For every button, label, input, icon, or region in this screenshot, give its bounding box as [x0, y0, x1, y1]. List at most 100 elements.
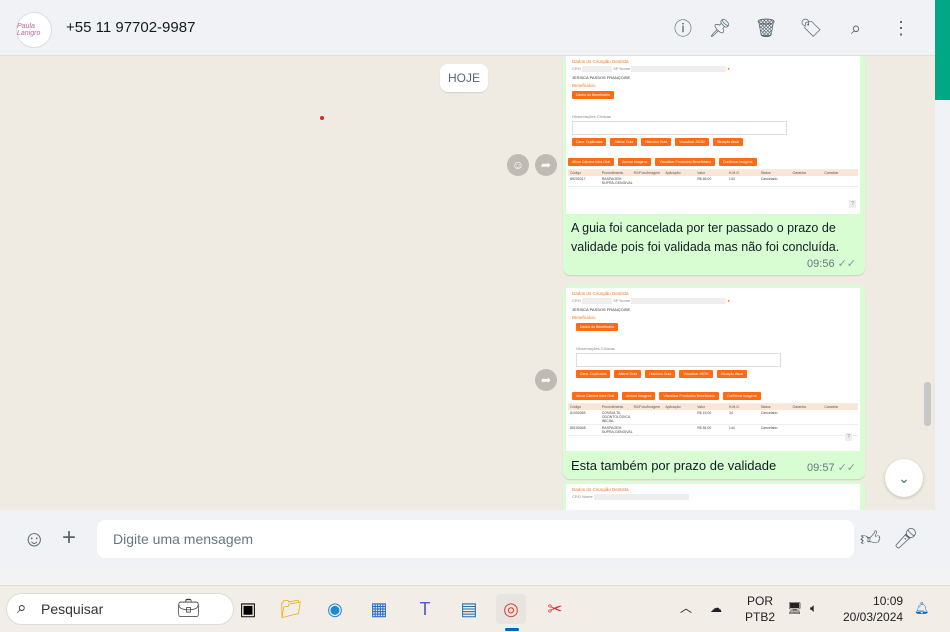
table-cell	[634, 177, 666, 185]
column-header: Código	[570, 405, 582, 409]
lang-code: POR	[747, 594, 774, 608]
column-header: RX/Foto/Imagem	[633, 171, 661, 175]
message-image[interactable]: Dados do Cirurgião Dentista CRO SP Nome …	[566, 56, 860, 214]
notification-bell-icon[interactable]: 🔔︎	[914, 600, 929, 616]
column-header: Procedimento	[601, 405, 624, 409]
scrollbar[interactable]	[924, 382, 931, 426]
label-icon[interactable]: 🏷︎	[799, 16, 823, 40]
table-row: 81000065 CONSULTA ODONTOLÓGICA INICIAL R$ …	[568, 410, 858, 425]
table-cell	[792, 411, 824, 423]
avatar[interactable]: Paula Lanigro	[16, 12, 52, 48]
table-cell: 34	[728, 411, 733, 415]
menu-icon[interactable]: ⋮	[889, 16, 913, 40]
table-cell	[634, 426, 666, 434]
column-header: Status	[760, 405, 771, 409]
volume-icon[interactable]: 🔈︎	[810, 600, 817, 616]
double-check-icon: ✓✓	[837, 258, 856, 270]
emoji-react-icon[interactable]: ☺	[507, 154, 529, 176]
info-icon[interactable]: ⓘ	[671, 16, 695, 40]
label: Nome	[619, 298, 631, 304]
label: Nome	[582, 494, 593, 500]
btn: Visualizar Prontuário Beneficiário	[659, 392, 719, 400]
btn: Anexar Imagens	[617, 158, 652, 166]
trash-icon[interactable]: 🗑︎	[754, 16, 778, 40]
beneficiary-button: Dados do Beneficiário	[572, 91, 615, 99]
composer: ☺ + Digite uma mensagem 👍︎ 🎤︎	[0, 510, 935, 568]
column-header: Cancelar	[824, 171, 839, 175]
thumbs-up-icon[interactable]: 👍︎	[860, 527, 881, 551]
microphone-icon[interactable]: 🎤︎	[893, 526, 918, 551]
btn: Canc. Duplicatas	[576, 370, 611, 378]
task-view-icon[interactable]: ▣	[233, 594, 263, 624]
chat-area: HOJE ☺ ➦ Dados do Cirurgião Dentista CRO…	[0, 56, 935, 510]
message-time: 09:57	[807, 462, 835, 474]
briefcase-icon: 💼︎	[177, 598, 200, 618]
emoji-icon[interactable]: ☺	[23, 526, 45, 552]
chrome-icon[interactable]: ◎	[496, 594, 526, 624]
scroll-down-button[interactable]: ⌄	[885, 459, 923, 497]
message-image[interactable]: Dados do Cirurgião Dentista CRO SP Nome …	[566, 288, 860, 451]
procedures-table: Código Procedimento RX/Foto/Imagem Aplicaçã…	[568, 169, 858, 187]
avatar-logo-text: Paula Lanigro	[17, 23, 41, 37]
column-header: Procedimento	[601, 171, 624, 175]
contact-name[interactable]: +55 11 97702-9987	[66, 19, 195, 36]
pin-icon[interactable]: 📌︎	[708, 16, 732, 40]
table-cell: RASPAGEM SUPRA-GENGIVAL	[601, 177, 633, 185]
chevron-up-icon[interactable]: ︿	[680, 600, 692, 616]
cloud-off-icon[interactable]: ☁	[710, 600, 722, 616]
window-edge-pane	[935, 100, 950, 585]
taskbar-search[interactable]: ⌕ Pesquisar 💼︎	[6, 593, 234, 625]
btn: Visualizar Prontuário Beneficiário	[655, 158, 715, 166]
teams-icon[interactable]: T	[410, 594, 440, 624]
column-header: Aplicação	[665, 405, 681, 409]
table-row: 85100048 RASPAGEM SUPRA-GENGIVAL R$ 84,00 1…	[568, 425, 858, 436]
btn: Situação Atual	[716, 370, 747, 378]
message-image[interactable]: Dados do Cirurgião Dentista CRO Nome	[566, 484, 860, 510]
search-icon[interactable]: ⌕	[844, 16, 868, 40]
store-icon[interactable]: ▦	[364, 594, 394, 624]
dentist-name: JESSICA PASSOS FRANÇOISE	[572, 75, 631, 80]
window-edge	[935, 0, 950, 100]
forward-icon[interactable]: ➦	[535, 154, 557, 176]
btn: Alterar Guia	[614, 370, 642, 378]
btn: Anexar Imagens	[621, 392, 656, 400]
column-header: Valor	[697, 405, 706, 409]
table-cell: Cancelado	[760, 426, 778, 430]
window-bottom-border	[0, 568, 950, 585]
file-explorer-icon[interactable]: 📁︎	[276, 594, 306, 624]
message-input[interactable]: Digite uma mensagem	[97, 520, 854, 558]
forward-icon[interactable]: ➦	[535, 369, 557, 391]
table-cell: 81000065	[570, 411, 586, 415]
label: Observações Clínicas	[576, 346, 615, 351]
clock[interactable]: 10:09 20/03/2024	[843, 593, 903, 625]
table-cell: R$ 15,00	[697, 411, 712, 415]
message-bubble: Dados do Cirurgião Dentista CRO SP Nome …	[563, 56, 865, 275]
table-cell	[792, 426, 824, 434]
table-cell	[665, 411, 697, 423]
notepad-icon[interactable]: ▤	[454, 594, 484, 624]
uf: SP	[613, 298, 619, 304]
edge-icon[interactable]: ◉	[320, 594, 350, 624]
attach-plus-icon[interactable]: +	[62, 524, 76, 552]
message-meta: 09:56 ✓✓	[566, 257, 862, 272]
column-header: Garantia	[792, 405, 806, 409]
time: 10:09	[873, 594, 904, 608]
section-title: Dados do Cirurgião Dentista	[572, 291, 629, 296]
taskbar: ⌕ Pesquisar 💼︎ ▣ 📁︎ ◉ ▦ T ▤ ◎ ✂ ︿ ☁ POR PTB…	[0, 585, 950, 632]
beneficiary-button: Dados do Beneficiário	[576, 323, 619, 331]
table-cell: R$ 65,00	[697, 177, 712, 181]
double-check-icon: ✓✓	[837, 462, 856, 474]
btn: Confirmar imagens	[722, 392, 761, 400]
chat-header: Paula Lanigro +55 11 97702-9987 ⓘ 📌︎ 🗑︎ …	[0, 0, 935, 56]
help-icon: ?	[845, 433, 852, 441]
column-header: Aplicação	[665, 171, 681, 175]
language-indicator[interactable]: POR PTB2	[745, 593, 775, 625]
column-header: H.M.G.	[728, 171, 740, 175]
label: CRO	[572, 66, 581, 72]
message-bubble: Dados do Cirurgião Dentista CRO SP Nome …	[563, 285, 865, 479]
network-icon[interactable]: 🖥︎	[787, 600, 802, 616]
table-cell: RASPAGEM SUPRA-GENGIVAL	[601, 426, 633, 434]
snipping-tool-icon[interactable]: ✂	[540, 594, 570, 624]
label: Nome	[619, 66, 631, 72]
table-cell	[792, 177, 824, 185]
